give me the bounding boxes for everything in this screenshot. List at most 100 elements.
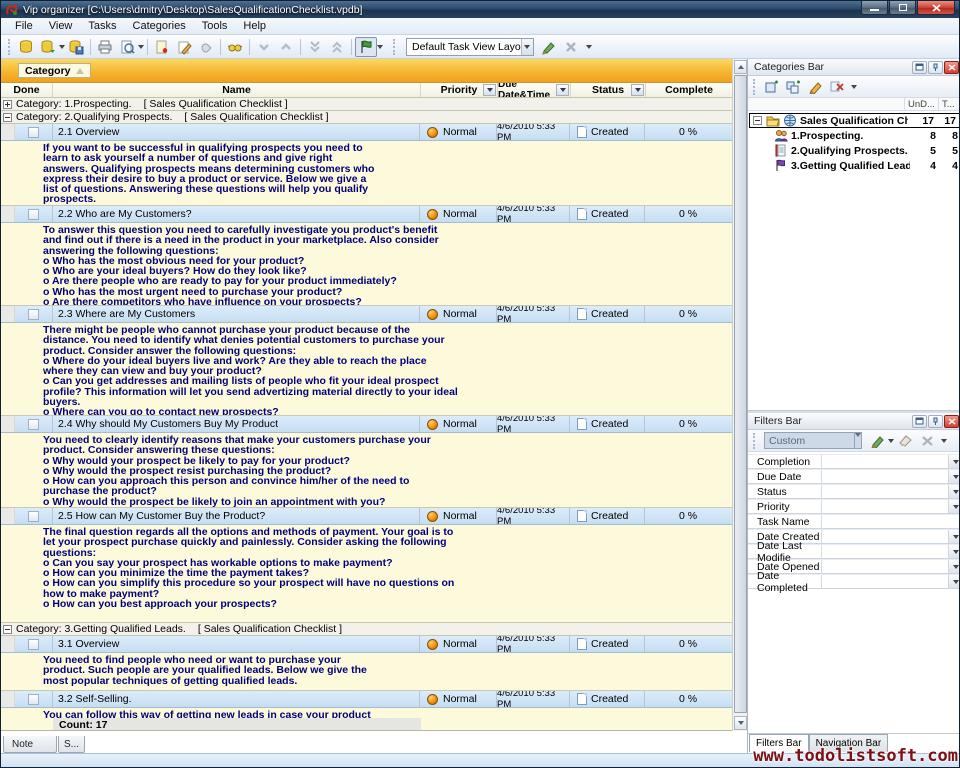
status-filter-dropdown[interactable] — [631, 84, 644, 96]
apply-filter-button[interactable] — [866, 431, 888, 451]
collapse-icon[interactable] — [3, 625, 12, 634]
tree-item-prospecting[interactable]: 1.Prospecting. 8 8 — [748, 128, 960, 143]
menu-tasks[interactable]: Tasks — [80, 19, 124, 33]
close-button[interactable] — [917, 1, 955, 15]
layout-combo-dropdown[interactable] — [521, 39, 533, 55]
new-database-button[interactable] — [15, 37, 37, 57]
filter-value[interactable] — [822, 560, 948, 573]
tree-item-qualifying[interactable]: 2.Qualifying Prospects. 5 5 — [748, 143, 960, 158]
task-note-row[interactable]: The final question regards all the optio… — [1, 525, 732, 623]
undone-column-header[interactable]: UnD... — [904, 98, 938, 110]
filter-value[interactable] — [822, 470, 948, 483]
save-database-button[interactable] — [65, 37, 87, 57]
new-subcategory-button[interactable] — [782, 77, 804, 97]
menu-tools[interactable]: Tools — [194, 19, 236, 33]
done-checkbox[interactable] — [28, 309, 39, 320]
collapse-icon[interactable] — [753, 116, 762, 125]
done-checkbox[interactable] — [28, 511, 39, 522]
column-header-complete[interactable]: Complete — [646, 83, 732, 97]
grid-vertical-scrollbar[interactable] — [732, 59, 747, 731]
category-group-row[interactable]: Category: 1.Prospecting. [ Sales Qualifi… — [1, 98, 732, 111]
clear-filter-button[interactable] — [894, 431, 916, 451]
scroll-up-button[interactable] — [734, 60, 747, 74]
category-group-row[interactable]: Category: 2.Qualifying Prospects. [ Sale… — [1, 111, 732, 124]
view-notes-button[interactable] — [224, 37, 246, 57]
filter-value[interactable] — [822, 530, 948, 543]
menu-help[interactable]: Help — [235, 19, 274, 33]
done-checkbox[interactable] — [28, 209, 39, 220]
print-preview-button[interactable] — [116, 37, 138, 57]
total-column-header[interactable]: T... — [938, 98, 960, 110]
due-filter-dropdown[interactable] — [556, 84, 569, 96]
tab-note[interactable]: Note — [3, 736, 57, 753]
collapse-icon[interactable] — [3, 113, 12, 122]
done-checkbox[interactable] — [28, 694, 39, 705]
categories-toolbar-overflow[interactable] — [851, 85, 857, 89]
filter-dropdown-button[interactable] — [948, 455, 960, 468]
filter-value[interactable] — [822, 485, 948, 498]
scrollbar-thumb[interactable] — [734, 75, 747, 713]
move-down-button[interactable] — [253, 37, 275, 57]
menu-categories[interactable]: Categories — [125, 19, 194, 33]
tab-search[interactable]: S... — [58, 736, 85, 753]
tree-item-leads[interactable]: 3.Getting Qualified Leads. 4 4 — [748, 158, 960, 173]
task-row[interactable]: 2.4 Why should My Customers Buy My Produ… — [1, 416, 732, 433]
filter-dropdown-button[interactable] — [948, 575, 960, 588]
edit-category-button[interactable] — [804, 77, 826, 97]
panel-close-button[interactable] — [944, 61, 959, 74]
delete-filter-button[interactable] — [916, 431, 938, 451]
menu-view[interactable]: View — [41, 19, 81, 33]
filter-value[interactable] — [822, 575, 948, 588]
done-checkbox[interactable] — [28, 127, 39, 138]
task-note-row[interactable]: To answer this question you need to care… — [1, 223, 732, 306]
filter-value[interactable] — [822, 455, 948, 468]
filter-dropdown-button[interactable] — [948, 500, 960, 513]
maximize-button[interactable] — [889, 1, 916, 15]
toolbar-overflow-dropdown[interactable] — [586, 45, 592, 49]
filter-dropdown-button[interactable] — [948, 545, 960, 558]
task-note-row-clipped[interactable]: You can follow this way of getting new l… — [1, 708, 732, 718]
notifications-dropdown[interactable] — [377, 45, 383, 49]
layout-combo[interactable]: Default Task View Layout — [406, 38, 534, 56]
task-note-row[interactable]: If you want to be successful in qualifyi… — [1, 141, 732, 206]
menu-file[interactable]: File — [7, 19, 41, 33]
edit-task-button[interactable] — [173, 37, 195, 57]
panel-restore-button[interactable] — [912, 61, 927, 74]
print-dropdown[interactable] — [138, 45, 144, 49]
task-row[interactable]: 3.2 Self-Selling. Normal 4/6/2010 5:33 P… — [1, 691, 732, 708]
task-note-row[interactable]: You need to find people who need or want… — [1, 653, 732, 691]
notifications-button[interactable] — [355, 37, 377, 57]
filter-dropdown-button[interactable] — [948, 530, 960, 543]
minimize-button[interactable] — [861, 1, 888, 15]
tree-item-checklist[interactable]: Sales Qualification Checklist 17 17 — [749, 113, 960, 128]
print-button[interactable] — [94, 37, 116, 57]
done-checkbox[interactable] — [28, 419, 39, 430]
panel-pin-button[interactable] — [928, 61, 943, 74]
delete-layout-button[interactable] — [560, 37, 582, 57]
category-group-row[interactable]: Category: 3.Getting Qualified Leads. [ S… — [1, 623, 732, 636]
column-header-priority[interactable]: Priority — [421, 83, 498, 97]
filter-value[interactable] — [822, 500, 948, 513]
task-note-row[interactable]: You need to clearly identify reasons tha… — [1, 433, 732, 508]
filter-value[interactable] — [822, 515, 960, 528]
filter-dropdown-button[interactable] — [948, 560, 960, 573]
duplicate-task-button[interactable] — [195, 37, 217, 57]
column-header-status[interactable]: Status — [571, 83, 646, 97]
new-category-button[interactable] — [760, 77, 782, 97]
filter-preset-dropdown[interactable] — [854, 433, 861, 448]
scroll-down-button[interactable] — [734, 716, 747, 730]
filters-toolbar-overflow[interactable] — [941, 439, 947, 443]
move-bottom-button[interactable] — [304, 37, 326, 57]
open-database-button[interactable] — [37, 37, 59, 57]
move-up-button[interactable] — [275, 37, 297, 57]
panel-pin-button[interactable] — [928, 415, 943, 428]
panel-close-button[interactable] — [944, 415, 959, 428]
filter-preset-combo[interactable]: Custom — [764, 432, 862, 449]
panel-restore-button[interactable] — [912, 415, 927, 428]
new-task-button[interactable] — [151, 37, 173, 57]
column-header-due[interactable]: Due Date&Time — [498, 83, 571, 97]
priority-filter-dropdown[interactable] — [483, 84, 496, 96]
move-top-button[interactable] — [326, 37, 348, 57]
task-row[interactable]: 2.5 How can My Customer Buy the Product?… — [1, 508, 732, 525]
column-header-done[interactable]: Done — [1, 83, 53, 97]
